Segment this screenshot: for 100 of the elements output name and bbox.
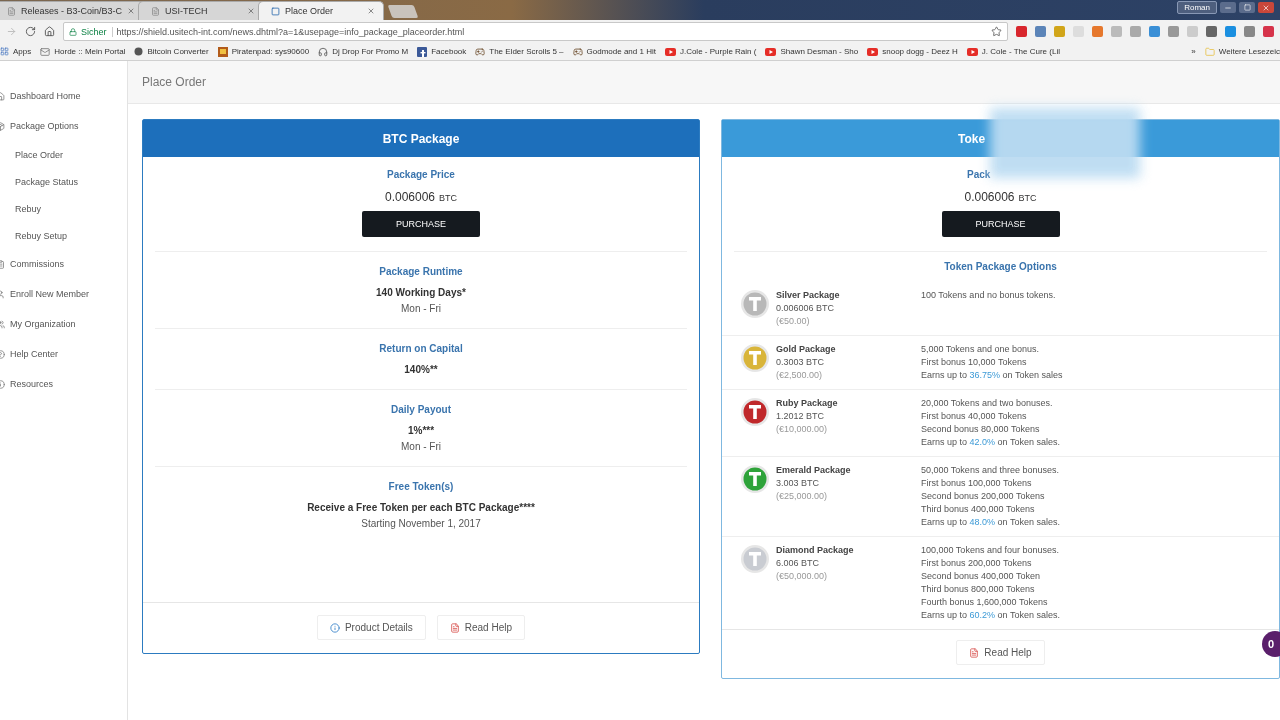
package-eur-price: (€50.00) bbox=[776, 315, 810, 328]
section-label: Free Token(s) bbox=[388, 481, 454, 492]
bookmark[interactable]: snoop dogg - Deez H bbox=[867, 47, 958, 56]
footer-button[interactable]: Product Details bbox=[316, 615, 426, 640]
purchase-button[interactable]: PURCHASE bbox=[941, 211, 1060, 237]
extension-icon[interactable] bbox=[1263, 26, 1274, 37]
package-name: Gold Package bbox=[776, 343, 836, 356]
flag-icon bbox=[217, 46, 228, 57]
extension-icon[interactable] bbox=[1225, 26, 1236, 37]
bookmark[interactable]: J.Cole - Purple Rain ( bbox=[664, 47, 757, 56]
overflow-chevron[interactable]: » bbox=[1191, 47, 1196, 56]
info-icon bbox=[329, 622, 340, 633]
sidebar-item[interactable]: My Organization bbox=[0, 309, 127, 339]
section-value: 1%*** bbox=[407, 425, 435, 436]
page-title: Place Order bbox=[128, 61, 1280, 104]
bookmark-label: Weitere Lesezeic bbox=[1218, 47, 1280, 56]
price-text: 0.006006 BTC bbox=[964, 190, 1037, 204]
bookmark[interactable]: Bitcoin Converter bbox=[134, 47, 209, 56]
chat-badge[interactable]: 0 bbox=[1262, 631, 1280, 657]
browser-tab[interactable]: Place Order bbox=[258, 1, 385, 20]
bookmark[interactable]: J. Cole - The Cure (Lil bbox=[966, 47, 1060, 56]
package-name: Diamond Package bbox=[776, 544, 854, 557]
security-label: Sicher bbox=[81, 26, 113, 37]
sidebar-item[interactable]: Help Center bbox=[0, 339, 127, 369]
sidebar-item[interactable]: Dashboard Home bbox=[0, 81, 127, 111]
bookmark-label: Dj Drop For Promo M bbox=[332, 47, 409, 56]
bookmark-label: The Elder Scrolls 5 – bbox=[489, 47, 564, 56]
package-eur-price: (€25,000.00) bbox=[776, 490, 828, 503]
address-field[interactable]: Sicher https://shield.usitech-int.com/news.dhtml?a=1&usepage=info_package_placeorder.html bbox=[63, 22, 1008, 41]
minimize-button[interactable] bbox=[1220, 2, 1236, 13]
video-icon bbox=[966, 47, 978, 56]
extension-icon[interactable] bbox=[1092, 26, 1103, 37]
sidebar-subitem[interactable]: Place Order bbox=[0, 141, 127, 168]
extension-icon[interactable] bbox=[1149, 26, 1160, 37]
page-icon bbox=[271, 6, 281, 16]
package-name: Ruby Package bbox=[776, 397, 838, 410]
forward-icon bbox=[6, 26, 17, 37]
package-detail: 50,000 Tokens and three bonuses. bbox=[921, 464, 1059, 477]
extension-icon[interactable] bbox=[1016, 26, 1027, 37]
extension-icon[interactable] bbox=[1111, 26, 1122, 37]
bookmark-label: snoop dogg - Deez H bbox=[882, 47, 958, 56]
close-icon bbox=[1262, 3, 1270, 12]
bookmark[interactable]: The Elder Scrolls 5 – bbox=[475, 46, 564, 57]
bookmark[interactable]: Facebook bbox=[417, 46, 467, 57]
coin-icon bbox=[134, 47, 144, 56]
sidebar-subitem[interactable]: Rebuy Setup bbox=[0, 222, 127, 249]
bookmark[interactable]: Dj Drop For Promo M bbox=[318, 46, 409, 57]
video-icon bbox=[867, 47, 879, 56]
package-detail: 100 Tokens and no bonus tokens. bbox=[921, 289, 1056, 302]
bookmark-label: J.Cole - Purple Rain ( bbox=[679, 47, 757, 56]
sidebar-item[interactable]: Enroll New Member bbox=[0, 279, 127, 309]
bookmark-label: Shawn Desman - Sho bbox=[780, 47, 859, 56]
bookmark-label: Bitcoin Converter bbox=[147, 47, 209, 56]
package-eur-price: (€2,500.00) bbox=[776, 369, 823, 382]
extension-icon[interactable] bbox=[1168, 26, 1179, 37]
bookmark[interactable]: Horde :: Mein Portal bbox=[40, 46, 126, 57]
sidebar-subitem[interactable]: Rebuy bbox=[0, 195, 127, 222]
footer-button[interactable]: Read Help bbox=[956, 640, 1045, 665]
package-eur-price: (€50,000.00) bbox=[776, 570, 828, 583]
close-icon bbox=[127, 7, 136, 15]
bookmark[interactable]: Piratenpad: sys90600 bbox=[217, 46, 310, 57]
footer-button[interactable]: Read Help bbox=[436, 615, 526, 640]
maximize-icon bbox=[1243, 4, 1251, 11]
package-detail: First bonus 100,000 Tokens bbox=[921, 477, 1032, 490]
sidebar-subitem[interactable]: Package Status bbox=[0, 168, 127, 195]
game-icon bbox=[475, 46, 486, 57]
bookmark-label: Facebook bbox=[431, 47, 467, 56]
extension-icon[interactable] bbox=[1244, 26, 1255, 37]
bookmark-label: Piratenpad: sys90600 bbox=[231, 47, 310, 56]
sidebar-item[interactable]: Commissions bbox=[0, 249, 127, 279]
section-value: Receive a Free Token per each BTC Package**** bbox=[307, 502, 535, 513]
package-detail: Third bonus 400,000 Tokens bbox=[921, 503, 1035, 516]
bookmark[interactable]: Apps bbox=[0, 47, 32, 56]
bookmark-folder[interactable]: Weitere Lesezeic bbox=[1204, 46, 1280, 57]
close-button[interactable] bbox=[1258, 2, 1274, 13]
extension-icon[interactable] bbox=[1035, 26, 1046, 37]
extension-icon[interactable] bbox=[1054, 26, 1065, 37]
home-icon bbox=[44, 26, 55, 37]
extension-icon[interactable] bbox=[1130, 26, 1141, 37]
extension-icon[interactable] bbox=[1206, 26, 1217, 37]
purchase-button[interactable]: PURCHASE bbox=[362, 211, 480, 237]
section-value: 140 Working Days* bbox=[376, 287, 466, 298]
profile-button[interactable]: Roman bbox=[1177, 1, 1217, 14]
package-detail: Third bonus 800,000 Tokens bbox=[921, 583, 1035, 596]
lock-icon bbox=[69, 27, 77, 36]
sidebar-item[interactable]: Resources bbox=[0, 369, 127, 399]
bookmark-label: J. Cole - The Cure (Lil bbox=[981, 47, 1060, 56]
package-name: Emerald Package bbox=[776, 464, 851, 477]
bookmark[interactable]: Godmode and 1 Hit bbox=[572, 46, 656, 57]
section-label: Daily Payout bbox=[391, 404, 451, 415]
package-detail: Second bonus 200,000 Tokens bbox=[921, 490, 1045, 503]
package-detail: Earns up to 42.0% on Token sales. bbox=[921, 436, 1060, 449]
sidebar-item[interactable]: Package Options bbox=[0, 111, 127, 141]
card-title: BTC Package bbox=[143, 120, 699, 157]
section-label: Return on Capital bbox=[379, 343, 463, 354]
maximize-button[interactable] bbox=[1239, 2, 1255, 13]
bookmark[interactable]: Shawn Desman - Sho bbox=[765, 47, 859, 56]
page-icon bbox=[7, 6, 16, 16]
section-note: Mon - Fri bbox=[401, 441, 441, 452]
new-tab-button[interactable] bbox=[387, 5, 419, 18]
